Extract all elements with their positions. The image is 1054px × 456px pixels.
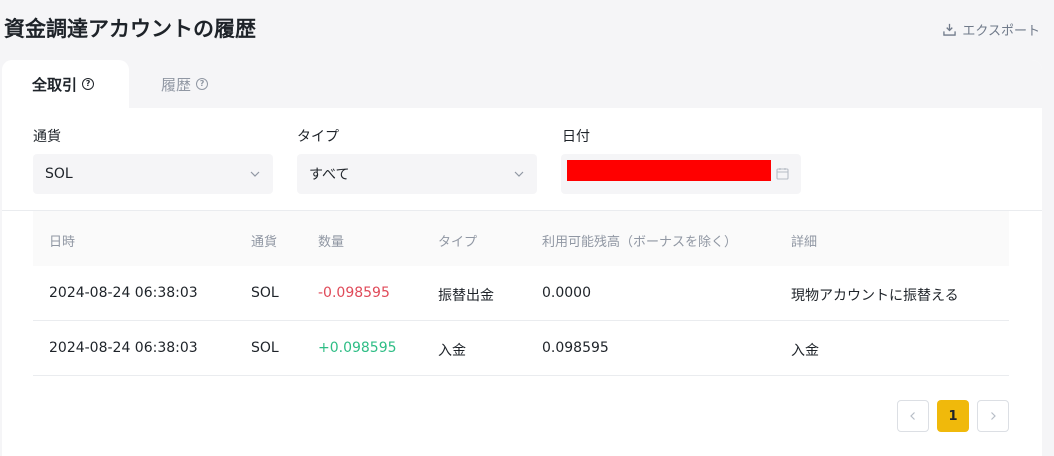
currency-select-value: SOL bbox=[45, 166, 73, 182]
date-filter-label: 日付 bbox=[562, 129, 590, 145]
chevron-left-icon bbox=[910, 412, 915, 420]
row-balance: 0.0000 bbox=[542, 285, 591, 301]
calendar-icon bbox=[776, 168, 789, 180]
type-select-value: すべて bbox=[309, 167, 350, 183]
column-header-type: タイプ bbox=[438, 235, 478, 250]
row-amount: +0.098595 bbox=[318, 340, 397, 356]
date-range-picker[interactable] bbox=[561, 154, 801, 194]
tab-bar: 全取引 ? 履歴 ? bbox=[2, 60, 1042, 108]
type-select[interactable]: すべて bbox=[297, 154, 537, 194]
row-detail: 現物アカウントに振替える bbox=[791, 288, 959, 304]
chevron-down-icon bbox=[250, 171, 260, 177]
table-header: 日時 通貨 数量 タイプ 利用可能残高（ボーナスを除く） 詳細 bbox=[33, 211, 1009, 266]
column-header-datetime: 日時 bbox=[49, 235, 76, 250]
export-button[interactable]: エクスポート bbox=[943, 20, 1040, 39]
column-header-amount: 数量 bbox=[318, 235, 345, 250]
row-detail: 入金 bbox=[791, 343, 819, 359]
chevron-down-icon bbox=[514, 171, 524, 177]
type-filter-label: タイプ bbox=[297, 129, 339, 145]
next-page-button[interactable] bbox=[977, 400, 1009, 432]
column-header-currency: 通貨 bbox=[251, 235, 278, 250]
download-icon bbox=[943, 23, 957, 36]
page-button-current[interactable]: 1 bbox=[937, 400, 969, 432]
history-card: 全取引 ? 履歴 ? 通貨 SOL タイプ すべて 日付 日時 通貨 数量 タイ… bbox=[2, 60, 1042, 456]
row-amount: -0.098595 bbox=[318, 285, 390, 301]
export-label: エクスポート bbox=[962, 24, 1040, 39]
page-title: 資金調達アカウントの履歴 bbox=[4, 17, 256, 41]
row-currency: SOL bbox=[251, 285, 279, 301]
help-icon[interactable]: ? bbox=[196, 78, 209, 90]
column-header-balance: 利用可能残高（ボーナスを除く） bbox=[542, 235, 738, 250]
row-balance: 0.098595 bbox=[542, 340, 609, 356]
tab-label: 履歴 bbox=[161, 75, 192, 94]
currency-filter-label: 通貨 bbox=[33, 129, 61, 145]
row-datetime: 2024-08-24 06:38:03 bbox=[49, 340, 198, 356]
chevron-right-icon bbox=[991, 412, 996, 420]
tab-history[interactable]: 履歴 ? bbox=[129, 60, 209, 108]
help-icon[interactable]: ? bbox=[82, 78, 95, 90]
row-type: 振替出金 bbox=[438, 288, 494, 304]
tab-label: 全取引 bbox=[32, 75, 78, 94]
row-datetime: 2024-08-24 06:38:03 bbox=[49, 285, 198, 301]
table-row: 2024-08-24 06:38:03 SOL +0.098595 入金 0.0… bbox=[33, 321, 1009, 376]
row-type: 入金 bbox=[438, 343, 466, 359]
table-row: 2024-08-24 06:38:03 SOL -0.098595 振替出金 0… bbox=[33, 266, 1009, 321]
row-currency: SOL bbox=[251, 340, 279, 356]
prev-page-button[interactable] bbox=[897, 400, 929, 432]
column-header-detail: 詳細 bbox=[791, 235, 818, 250]
currency-select[interactable]: SOL bbox=[33, 154, 273, 194]
tab-all-transactions[interactable]: 全取引 ? bbox=[2, 60, 129, 108]
redaction-bar bbox=[567, 160, 771, 181]
